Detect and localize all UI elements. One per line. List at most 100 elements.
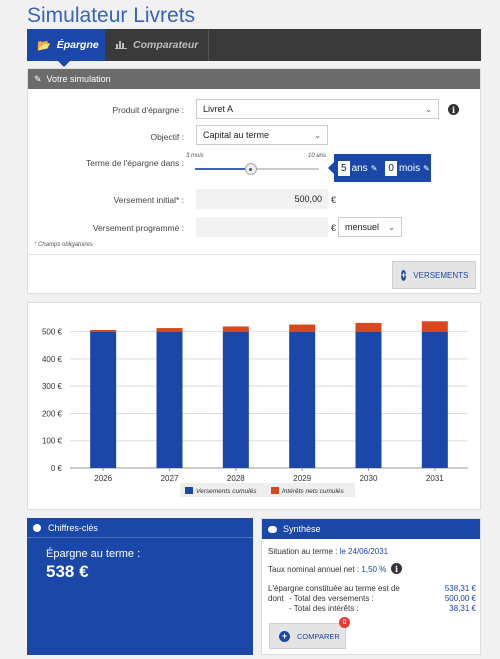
- currency-symbol: €: [331, 195, 337, 205]
- chiffres-header: Chiffres-clés: [27, 518, 253, 538]
- tab-bar: 📂 Épargne Comparateur: [27, 29, 481, 67]
- total-versements-label: - Total des versements :: [289, 594, 374, 603]
- terme-display: 5 ans ✎ 0 mois ✎: [328, 154, 431, 182]
- bar-versements: [156, 331, 183, 468]
- tab-comparateur[interactable]: Comparateur: [105, 29, 210, 61]
- produit-select[interactable]: Livret A ⌄: [196, 99, 439, 119]
- chevron-down-icon: ⌄: [314, 130, 321, 140]
- epargne-label: L'épargne constituée au terme est de: [268, 584, 400, 593]
- frequence-select[interactable]: mensuel ⌄: [338, 217, 402, 237]
- chart-panel: 0 € 100 € 200 € 300 € 400 € 500 € 2026 2027 2028…: [27, 302, 481, 510]
- slider-max-label: 10 ans: [308, 153, 327, 159]
- epargne-terme-value: 538 €: [46, 562, 89, 581]
- bar-interets: [156, 328, 183, 332]
- slider-min-label: 3 mois: [186, 153, 204, 159]
- terme-ans-unit: ans: [351, 162, 368, 174]
- bar-interets: [222, 326, 249, 332]
- y-tick-label: 0 €: [51, 464, 63, 473]
- required-note: * Champs obligatoires: [34, 242, 93, 248]
- epargne-terme-label: Épargne au terme :: [46, 548, 141, 560]
- versement-initial-value: 500,00: [294, 194, 322, 204]
- simulation-header: ✎ Votre simulation: [28, 69, 480, 89]
- bar-versements: [355, 331, 382, 468]
- chiffres-header-title: Chiffres-clés: [48, 522, 98, 533]
- circle-icon: [33, 523, 41, 532]
- bar-interets: [421, 321, 448, 332]
- situation-label: Situation au terme :: [268, 547, 338, 556]
- legend-label-versements: Versements cumulés: [196, 488, 257, 495]
- taux-label: Taux nominal annuel net :: [268, 565, 360, 574]
- tab-epargne-label: Épargne: [56, 39, 99, 51]
- produit-select-value: Livret A: [203, 104, 234, 114]
- objectif-label: Objectif :: [150, 132, 184, 142]
- pencil-icon: ✎: [34, 73, 42, 84]
- x-tick-label: 2031: [426, 474, 444, 483]
- terme-slider-fill: [195, 168, 251, 170]
- terme-mois-input[interactable]: 0: [385, 160, 397, 176]
- bar-interets: [355, 322, 382, 332]
- total-interets-value: 38,31 €: [449, 604, 476, 613]
- legend-swatch-interets: [271, 487, 279, 494]
- frequence-select-value: mensuel: [345, 222, 380, 232]
- bar-interets: [289, 324, 316, 332]
- versements-button-label: VERSEMENTS: [413, 270, 469, 280]
- x-tick-label: 2026: [94, 474, 112, 483]
- versement-programme-label: Versement programmé :: [92, 223, 184, 233]
- app-title: Simulateur Livrets: [27, 4, 196, 27]
- versements-button[interactable]: + VERSEMENTS: [392, 261, 476, 289]
- plus-icon: +: [279, 630, 290, 642]
- y-tick-label: 200 €: [42, 409, 63, 418]
- chevron-down-icon: ⌄: [388, 222, 395, 232]
- situation-line: Situation au terme : le 24/06/2031: [268, 547, 388, 556]
- divider: [28, 254, 480, 255]
- versement-initial-input[interactable]: 500,00: [196, 189, 328, 209]
- info-icon[interactable]: i: [448, 104, 459, 115]
- simulation-header-title: Votre simulation: [46, 74, 111, 84]
- synthese-panel: Synthèse Situation au terme : le 24/06/2…: [261, 518, 481, 655]
- objectif-select-value: Capital au terme: [203, 130, 270, 140]
- versement-initial-label: Versement initial* :: [113, 195, 184, 205]
- synthese-header-title: Synthèse: [283, 524, 321, 534]
- legend-swatch-versements: [185, 487, 193, 494]
- bar-versements: [90, 331, 117, 468]
- versement-programme-input[interactable]: [196, 217, 328, 237]
- tab-epargne[interactable]: 📂 Épargne: [27, 29, 105, 67]
- y-tick-label: 500 €: [42, 328, 63, 337]
- synthese-header: Synthèse: [262, 519, 480, 539]
- situation-value: le 24/06/2031: [339, 547, 389, 556]
- pencil-icon[interactable]: ✎: [423, 164, 430, 173]
- simulation-panel: ✎ Votre simulation Produit d'épargne : L…: [27, 68, 481, 294]
- terme-slider-thumb[interactable]: [244, 163, 257, 175]
- produit-label: Produit d'épargne :: [112, 105, 184, 115]
- comparer-button[interactable]: + COMPARER: [269, 623, 346, 649]
- terme-label: Terme de l'épargne dans :: [85, 158, 184, 168]
- epargne-value: 538,31 €: [444, 584, 476, 593]
- comment-icon: [268, 525, 277, 533]
- terme-ans-input[interactable]: 5: [338, 160, 350, 176]
- tab-comparateur-label: Comparateur: [133, 39, 199, 51]
- bar-versements: [421, 331, 448, 468]
- x-tick-label: 2030: [360, 474, 378, 483]
- comparer-button-label: COMPARER: [297, 631, 340, 641]
- legend-label-interets: Intérêts nets cumulés: [282, 488, 345, 495]
- currency-symbol: €: [331, 223, 337, 233]
- required-note-text: Champs obligatoires: [38, 242, 93, 248]
- chiffres-panel: Chiffres-clés Épargne au terme : 538 €: [27, 518, 253, 655]
- chevron-down-icon: ⌄: [425, 104, 432, 114]
- comparer-badge: 0: [339, 617, 350, 628]
- y-tick-label: 300 €: [42, 382, 63, 391]
- info-icon[interactable]: i: [391, 563, 402, 574]
- pencil-icon[interactable]: ✎: [371, 164, 378, 173]
- x-tick-label: 2029: [293, 474, 311, 483]
- total-versements-value: 500,00 €: [444, 594, 476, 603]
- taux-line: Taux nominal annuel net : 1,50 %: [268, 565, 386, 574]
- savings-chart: 0 € 100 € 200 € 300 € 400 € 500 € 2026 2027 2028…: [42, 321, 468, 497]
- x-tick-label: 2028: [227, 474, 245, 483]
- objectif-select[interactable]: Capital au terme ⌄: [196, 125, 328, 145]
- bar-interets: [90, 330, 117, 332]
- plus-icon: +: [401, 269, 407, 281]
- x-tick-label: 2027: [161, 474, 179, 483]
- total-interets-label: - Total des intérêts :: [289, 604, 359, 613]
- folder-open-icon: 📂: [37, 39, 51, 52]
- bar-chart-icon: [115, 39, 127, 52]
